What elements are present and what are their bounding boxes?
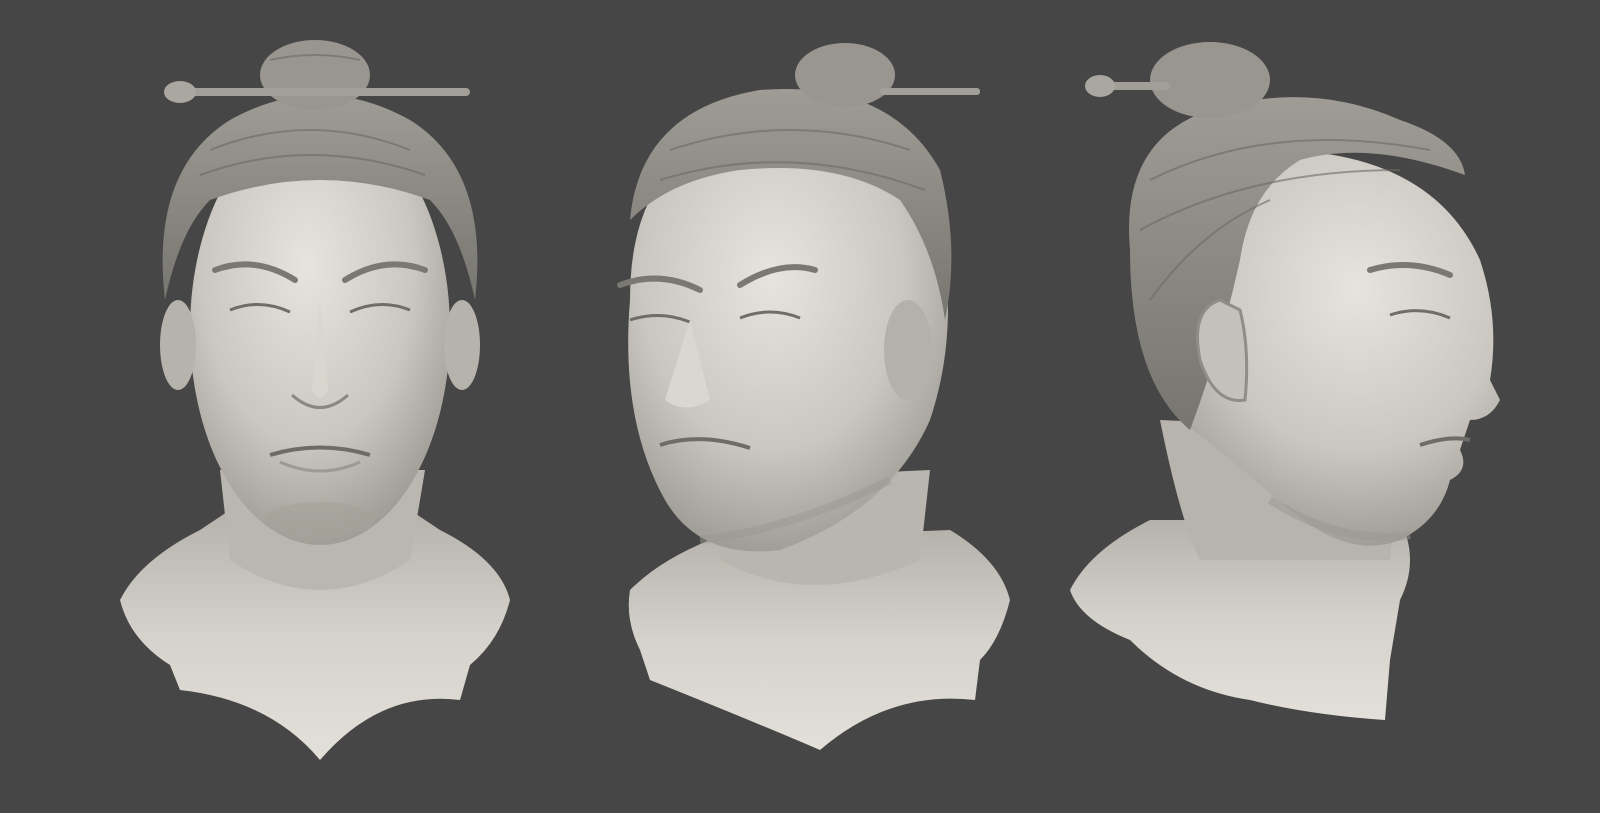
front-view-render — [80, 0, 560, 813]
sculpted-head-three-quarter-icon — [617, 43, 1010, 750]
sculpt-render-canvas — [0, 0, 1600, 813]
side-view-render — [1070, 0, 1570, 813]
sculpted-head-side-icon — [1070, 42, 1500, 720]
sculpted-head-front-icon — [120, 40, 510, 760]
three-quarter-view-render — [590, 0, 1060, 813]
